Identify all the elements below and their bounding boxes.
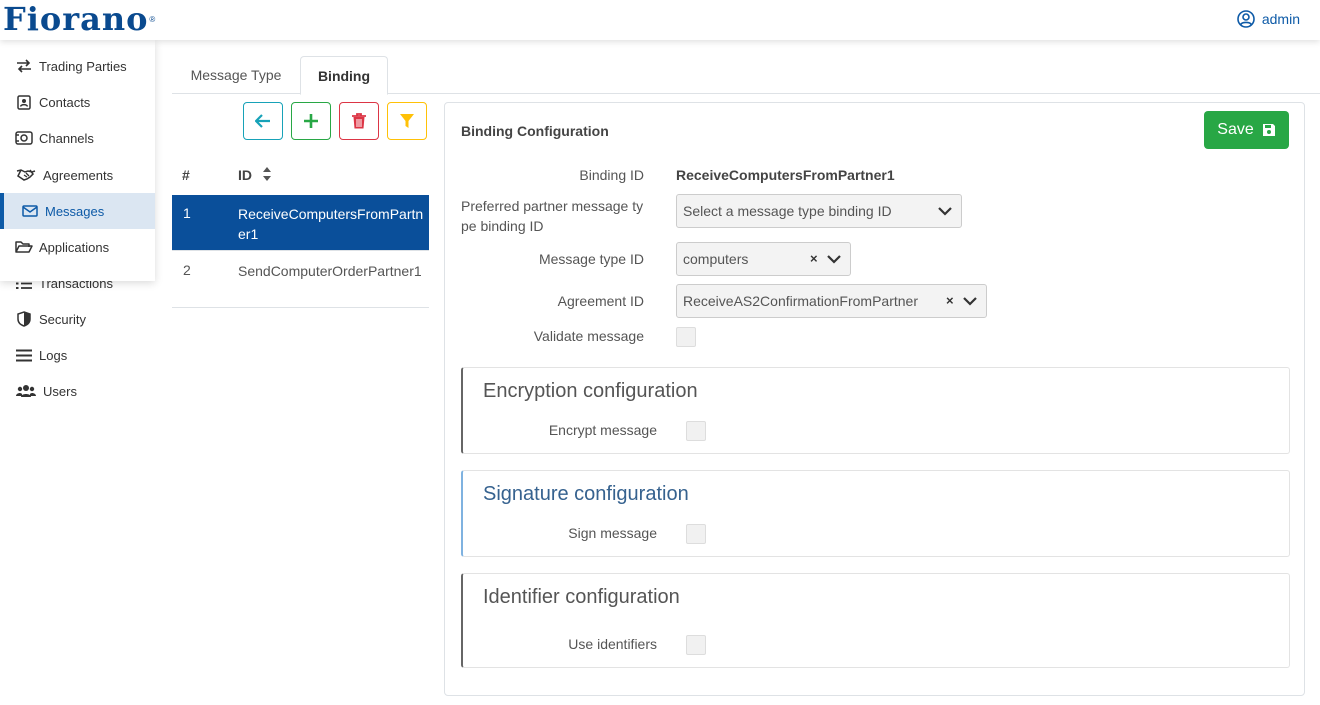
sidebar-item-trading-parties[interactable]: Trading Parties — [0, 48, 155, 84]
add-binding-button[interactable] — [291, 102, 331, 140]
sidebar-item-label: Applications — [39, 239, 110, 255]
sidebar-item-label: Security — [39, 311, 86, 327]
sidebar-item-contacts[interactable]: Contacts — [0, 84, 155, 120]
channel-icon — [15, 129, 33, 147]
tab-bar: Message Type Binding — [172, 56, 1320, 95]
sidebar-item-applications[interactable]: Applications — [0, 229, 155, 265]
users-icon — [15, 382, 37, 400]
section-title: Identifier configuration — [483, 586, 680, 608]
agreement-id-select[interactable]: ReceiveAS2ConfirmationFromPartner × — [676, 284, 987, 318]
message-type-id-label: Message type ID — [538, 251, 644, 267]
row-number: 1 — [183, 205, 191, 221]
folder-open-icon — [15, 238, 33, 256]
panel-title: Binding Configuration — [461, 123, 609, 139]
filter-icon — [400, 114, 414, 128]
chevron-down-icon — [938, 207, 952, 216]
tab-message-type[interactable]: Message Type — [172, 56, 300, 94]
sign-message-checkbox[interactable] — [686, 524, 706, 544]
use-identifiers-label: Use identifiers — [568, 636, 657, 652]
user-circle-icon — [1237, 10, 1255, 28]
validate-message-checkbox[interactable] — [676, 327, 696, 347]
shield-icon — [15, 310, 33, 328]
sidebar-item-messages[interactable]: Messages — [0, 193, 155, 229]
preferred-binding-label: Preferred partner message type binding I… — [461, 198, 644, 234]
encrypt-message-label: Encrypt message — [548, 422, 657, 438]
arrows-exchange-icon — [15, 57, 33, 75]
sign-message-label: Sign message — [568, 525, 657, 541]
logo-registered-mark: ® — [149, 14, 156, 24]
sidebar-item-label: Users — [43, 383, 77, 399]
section-title: Signature configuration — [483, 483, 689, 505]
trash-icon — [352, 113, 366, 129]
back-button[interactable] — [243, 102, 283, 140]
message-type-id-value: computers — [683, 251, 749, 267]
signature-configuration-section: Signature configuration Sign message — [461, 470, 1290, 557]
sidebar-item-label: Agreements — [43, 167, 114, 183]
sidebar-item-label: Channels — [39, 130, 94, 146]
sidebar-item-label: Logs — [39, 347, 68, 363]
bars-icon — [15, 346, 33, 364]
save-button[interactable]: Save — [1204, 111, 1289, 149]
sidebar-item-label: Messages — [45, 203, 105, 219]
bindings-table-header: # ID — [172, 156, 429, 194]
user-menu[interactable]: admin — [1237, 10, 1300, 28]
section-title: Encryption configuration — [483, 380, 698, 402]
preferred-binding-placeholder: Select a message type binding ID — [683, 203, 892, 219]
message-type-id-select[interactable]: computers × — [676, 242, 851, 276]
table-row[interactable]: 1 ReceiveComputersFromPartner1 — [172, 195, 429, 251]
plus-icon — [304, 114, 318, 128]
sidebar-item-channels[interactable]: Channels — [0, 120, 155, 156]
floppy-disk-icon — [1262, 124, 1275, 136]
column-header-number: # — [182, 167, 190, 183]
sidebar-item-label: Contacts — [39, 94, 91, 110]
validate-message-label: Validate message — [533, 328, 644, 344]
chevron-down-icon — [827, 255, 841, 264]
save-label: Save — [1217, 121, 1254, 138]
sidebar-item-agreements[interactable]: Agreements — [0, 157, 155, 193]
clear-selection-icon[interactable]: × — [810, 251, 818, 266]
binding-configuration-panel: Binding Configuration Save Binding ID Re… — [444, 102, 1305, 696]
chevron-down-icon — [963, 297, 977, 306]
top-bar: Fiorano ® admin — [0, 0, 1320, 40]
contact-card-icon — [15, 93, 33, 111]
user-name: admin — [1261, 11, 1300, 27]
table-row[interactable]: 2 SendComputerOrderPartner1 — [172, 252, 429, 308]
sidebar-item-label: Trading Parties — [39, 58, 127, 74]
row-id: ReceiveComputersFromPartner1 — [238, 206, 424, 242]
binding-id-value: ReceiveComputersFromPartner1 — [676, 167, 895, 183]
preferred-binding-select[interactable]: Select a message type binding ID — [676, 194, 962, 228]
encryption-configuration-section: Encryption configuration Encrypt message — [461, 367, 1290, 454]
sidebar-item-logs[interactable]: Logs — [0, 337, 155, 373]
tab-binding[interactable]: Binding — [300, 56, 388, 95]
handshake-icon — [15, 166, 37, 184]
sort-icon[interactable] — [262, 166, 272, 182]
agreement-id-label: Agreement ID — [557, 293, 644, 309]
fiorano-logo[interactable]: Fiorano ® — [3, 2, 155, 36]
sidebar-item-users[interactable]: Users — [0, 373, 155, 409]
sidebar-item-security[interactable]: Security — [0, 301, 155, 337]
encrypt-message-checkbox[interactable] — [686, 421, 706, 441]
column-header-id[interactable]: ID — [238, 167, 252, 183]
row-number: 2 — [183, 262, 191, 278]
clear-selection-icon[interactable]: × — [946, 293, 954, 308]
row-id: SendComputerOrderPartner1 — [238, 263, 422, 279]
filter-button[interactable] — [387, 102, 427, 140]
delete-binding-button[interactable] — [339, 102, 379, 140]
logo-text: Fiorano — [3, 0, 149, 38]
envelope-icon — [21, 202, 39, 220]
agreement-id-value: ReceiveAS2ConfirmationFromPartner — [683, 293, 918, 309]
use-identifiers-checkbox[interactable] — [686, 635, 706, 655]
binding-id-label: Binding ID — [579, 167, 644, 183]
identifier-configuration-section: Identifier configuration Use identifiers — [461, 573, 1290, 668]
arrow-left-icon — [255, 114, 270, 128]
